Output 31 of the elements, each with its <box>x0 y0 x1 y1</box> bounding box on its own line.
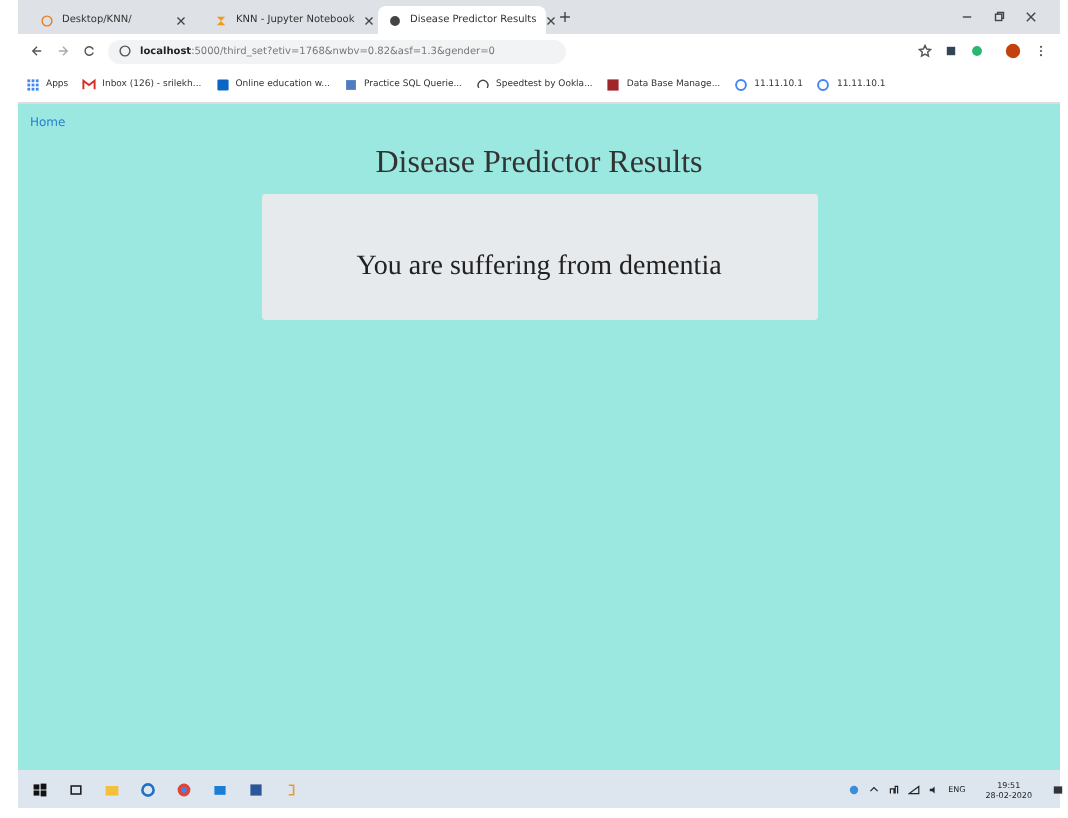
square-icon <box>606 78 621 92</box>
close-icon[interactable] <box>1024 10 1038 24</box>
minimize-icon[interactable] <box>960 10 974 24</box>
new-tab-icon[interactable] <box>558 10 572 24</box>
square-icon <box>215 78 230 92</box>
apps-icon <box>26 78 40 92</box>
restore-icon[interactable] <box>992 10 1006 24</box>
result-message: You are suffering from dementia <box>356 251 722 283</box>
gauge-icon <box>476 78 491 92</box>
mail-icon[interactable] <box>212 781 228 797</box>
close-icon[interactable] <box>362 13 377 27</box>
windows-icon[interactable] <box>32 781 48 797</box>
close-icon[interactable] <box>174 13 188 27</box>
info-icon <box>118 44 132 58</box>
network-icon[interactable] <box>888 783 901 795</box>
speaker-icon[interactable] <box>928 783 941 795</box>
chrome-icon[interactable] <box>176 781 192 797</box>
mail-icon <box>82 78 97 92</box>
chevron-up-icon[interactable] <box>868 783 881 795</box>
hourglass-icon <box>214 13 228 27</box>
ring-icon <box>40 13 54 27</box>
square-icon <box>343 78 358 92</box>
menu-icon[interactable] <box>1034 44 1048 58</box>
page-heading: Disease Predictor Results <box>375 146 703 182</box>
avatar-icon[interactable] <box>1004 42 1022 60</box>
wifi-icon[interactable] <box>908 783 921 795</box>
star-icon[interactable] <box>918 44 932 58</box>
back-icon[interactable] <box>30 44 44 58</box>
reload-icon[interactable] <box>82 44 96 58</box>
task-view-icon[interactable] <box>68 781 84 797</box>
close-icon[interactable] <box>544 13 559 27</box>
